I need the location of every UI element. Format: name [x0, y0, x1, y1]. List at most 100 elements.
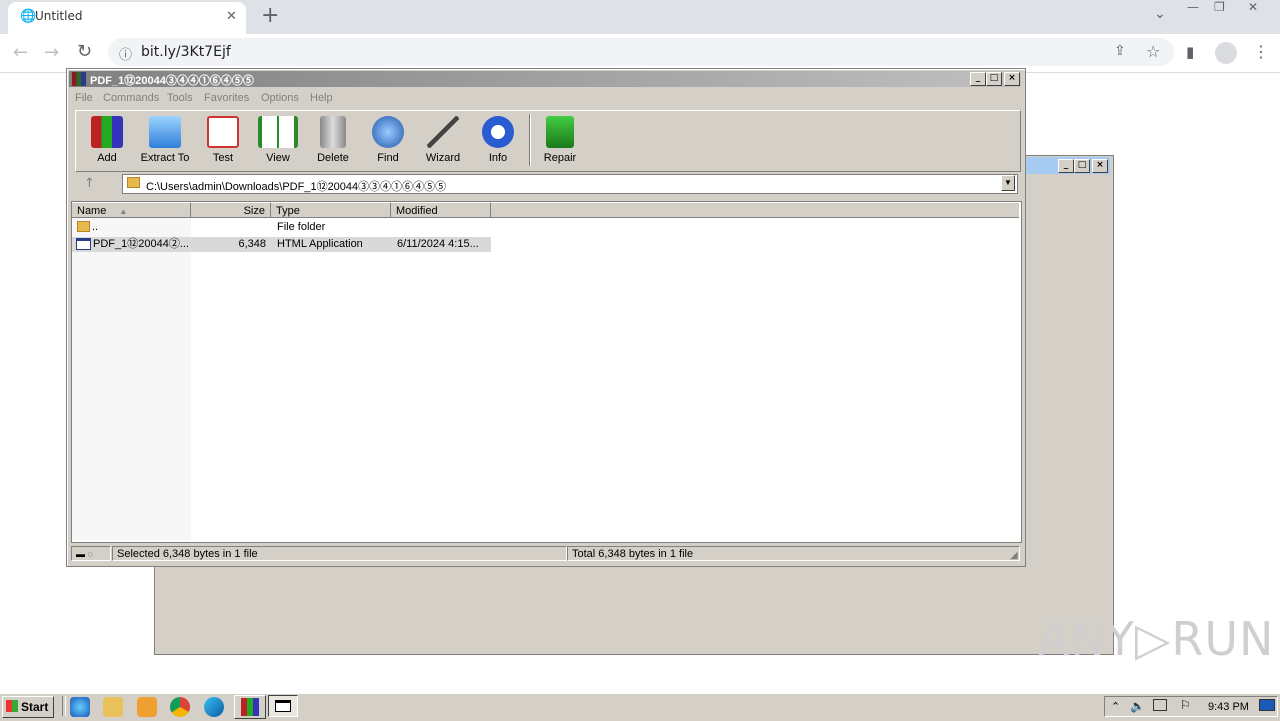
column-header-filler — [491, 202, 1019, 218]
forward-arrow-icon[interactable]: → — [44, 42, 59, 63]
taskbar — [0, 693, 1280, 721]
minimize-window-button[interactable]: — — [1187, 0, 1199, 14]
trash-icon — [320, 116, 346, 148]
delete-button[interactable]: Delete — [304, 114, 362, 166]
name-column-highlight — [72, 218, 191, 540]
anyrun-watermark: ANY▷RUN — [1038, 612, 1275, 666]
reload-icon[interactable]: ↻ — [77, 41, 92, 62]
window-app-icon — [275, 700, 291, 712]
magic-wand-icon — [427, 116, 459, 148]
side-panel-icon[interactable]: ▮ — [1186, 43, 1194, 61]
add-label: Add — [97, 152, 117, 164]
repair-kit-icon — [546, 116, 574, 148]
file-explorer-icon[interactable] — [103, 697, 123, 717]
delete-label: Delete — [317, 152, 349, 164]
status-drive-box: ▬ ◌ — [71, 546, 111, 561]
start-button[interactable]: Start — [2, 696, 54, 718]
address-bar[interactable] — [108, 38, 1174, 66]
winrar-title: PDF_1⑫20044③④④①⑥④⑤⑤ — [90, 75, 254, 87]
action-center-flag-icon[interactable]: ⚐ — [1180, 698, 1191, 712]
repair-button[interactable]: Repair — [531, 114, 589, 166]
chrome-icon[interactable] — [170, 697, 190, 717]
restore-window-button[interactable]: ❐ — [1214, 0, 1225, 14]
media-player-icon[interactable] — [137, 697, 157, 717]
bookmark-star-icon[interactable]: ☆ — [1146, 42, 1160, 61]
repair-label: Repair — [543, 152, 577, 164]
url-text[interactable]: bit.ly/3Kt7Ejf — [141, 44, 231, 60]
wizard-label: Wizard — [425, 152, 461, 164]
show-desktop-icon[interactable] — [1259, 699, 1275, 711]
quicklaunch-separator — [62, 696, 66, 716]
winrar-maximize-button[interactable]: □ — [986, 72, 1002, 86]
extract-to-label: Extract To — [140, 152, 190, 164]
wizard-button[interactable]: Wizard — [414, 114, 472, 166]
row-file-modified: 6/11/2024 4:15... — [397, 238, 479, 250]
folder-icon — [127, 177, 140, 188]
file-list — [71, 201, 1022, 543]
tab-title: Untitled — [35, 9, 83, 23]
site-info-icon[interactable]: ⓘ — [119, 44, 132, 63]
row-parent-type: File folder — [277, 221, 326, 233]
taskbar-active-window-button[interactable] — [268, 695, 298, 717]
winrar-app-icon — [72, 72, 86, 86]
profile-avatar-icon[interactable] — [1215, 42, 1237, 64]
resize-grip-icon[interactable]: ◢ — [1010, 550, 1018, 561]
new-tab-button[interactable]: + — [261, 3, 279, 28]
extract-folder-icon — [149, 116, 181, 148]
close-window-button[interactable]: ✕ — [1248, 0, 1258, 14]
find-label: Find — [377, 152, 399, 164]
row-file-name[interactable]: PDF_1⑫20044②... — [93, 237, 189, 252]
winrar-close-button[interactable]: × — [1004, 72, 1020, 86]
column-header-type[interactable]: Type — [271, 202, 391, 218]
path-text[interactable]: C:\Users\admin\Downloads\PDF_1⑫20044③③④①… — [146, 178, 446, 194]
column-header-name[interactable]: Name ▲ — [72, 202, 191, 218]
background-maximize-button[interactable]: □ — [1074, 159, 1090, 173]
column-header-modified[interactable]: Modified — [391, 202, 491, 218]
test-button[interactable]: Test — [194, 114, 252, 166]
magnifier-icon — [372, 116, 404, 148]
winrar-minimize-button[interactable]: _ — [970, 72, 986, 86]
view-button[interactable]: View — [249, 114, 307, 166]
windows-flag-icon — [6, 700, 18, 712]
menu-file[interactable]: File — [75, 92, 93, 104]
row-file-type: HTML Application — [277, 238, 363, 250]
up-folder-arrow-icon[interactable]: ↑ — [84, 176, 95, 191]
network-icon[interactable] — [1153, 699, 1167, 711]
test-clipboard-icon — [207, 116, 239, 148]
find-button[interactable]: Find — [359, 114, 417, 166]
info-icon — [482, 116, 514, 148]
path-dropdown-arrow-icon[interactable]: ▼ — [1001, 175, 1015, 191]
status-total: Total 6,348 bytes in 1 file — [567, 546, 1020, 561]
taskbar-winrar-button[interactable] — [234, 695, 266, 719]
background-close-button[interactable]: × — [1092, 159, 1108, 173]
extract-to-button[interactable]: Extract To — [136, 114, 194, 166]
menu-commands[interactable]: Commands — [103, 92, 159, 104]
test-label: Test — [212, 152, 234, 164]
view-book-icon — [258, 116, 298, 148]
view-label: View — [266, 152, 290, 164]
clock[interactable]: 9:43 PM — [1208, 701, 1249, 713]
drive-icon: ▬ ◌ — [76, 549, 93, 559]
menu-help[interactable]: Help — [310, 92, 333, 104]
info-label: Info — [488, 152, 508, 164]
column-header-size[interactable]: Size — [191, 202, 271, 218]
background-minimize-button[interactable]: _ — [1058, 159, 1074, 173]
back-arrow-icon[interactable]: ← — [13, 42, 28, 63]
edge-icon[interactable] — [204, 697, 224, 717]
column-header-name-label: Name — [77, 205, 107, 217]
menu-tools[interactable]: Tools — [167, 92, 193, 104]
internet-explorer-icon[interactable] — [70, 697, 90, 717]
parent-folder-icon — [77, 221, 90, 232]
add-button[interactable]: Add — [78, 114, 136, 166]
volume-icon[interactable]: 🔈 — [1130, 699, 1145, 713]
menu-options[interactable]: Options — [261, 92, 299, 104]
share-icon[interactable]: ⇪ — [1114, 43, 1126, 59]
menu-favorites[interactable]: Favorites — [204, 92, 249, 104]
info-button[interactable]: Info — [469, 114, 527, 166]
tab-search-chevron-icon[interactable]: ⌄ — [1154, 6, 1166, 22]
chrome-menu-icon[interactable]: ⋮ — [1253, 42, 1269, 61]
add-archive-icon — [91, 116, 123, 148]
row-parent-name[interactable]: .. — [92, 220, 98, 235]
tray-expand-icon[interactable]: ⌃ — [1111, 700, 1120, 713]
tab-close-icon[interactable]: ✕ — [226, 9, 237, 24]
